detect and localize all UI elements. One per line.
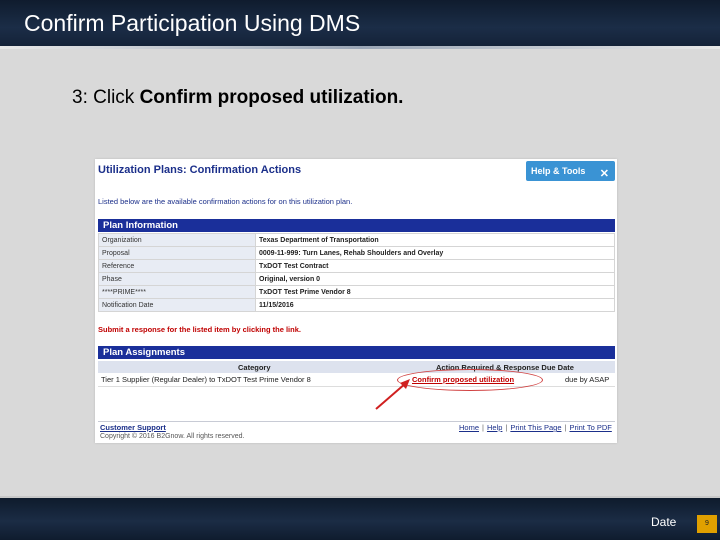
info-value: 0009-11-999: Turn Lanes, Rehab Shoulders… [255, 246, 615, 260]
submit-instruction: Submit a response for the listed item by… [98, 325, 301, 334]
info-value: Texas Department of Transportation [255, 233, 615, 247]
instruction-prefix: 3: Click [72, 87, 140, 108]
due-date-text: due by ASAP [565, 375, 610, 384]
info-value: TxDOT Test Prime Vendor 8 [255, 285, 615, 299]
print-pdf-link[interactable]: Print To PDF [569, 423, 611, 432]
info-key: ****PRIME**** [98, 285, 256, 299]
title-bar: Confirm Participation Using DMS [0, 0, 720, 46]
info-value: TxDOT Test Contract [255, 259, 615, 273]
info-value: 11/15/2016 [255, 298, 615, 312]
instruction-bold: Confirm proposed utilization. [139, 87, 404, 108]
table-row: Proposal 0009-11-999: Turn Lanes, Rehab S… [98, 246, 615, 260]
date-label: Date [651, 515, 677, 529]
assignment-category: Tier 1 Supplier (Regular Dealer) to TxDO… [101, 375, 311, 384]
plan-assignments-header: Plan Assignments [98, 346, 615, 359]
red-arrow-icon [375, 379, 410, 410]
slide-title: Confirm Participation Using DMS [24, 10, 361, 36]
listed-text: Listed below are the available confirmat… [98, 197, 353, 206]
print-page-link[interactable]: Print This Page [510, 423, 561, 432]
info-key: Reference [98, 259, 256, 273]
assignments-table-header: Category Action Required & Response Due … [98, 361, 615, 373]
help-tools-button[interactable]: Help & Tools ✕ [526, 161, 615, 181]
screenshot-heading: Utilization Plans: Confirmation Actions [98, 164, 302, 176]
info-key: Phase [98, 272, 256, 286]
info-key: Organization [98, 233, 256, 247]
help-tools-label: Help & Tools [531, 166, 586, 176]
info-key: Notification Date [98, 298, 256, 312]
plan-information-table: Organization Texas Department of Transpor… [98, 233, 615, 312]
table-row: Phase Original, version 0 [98, 272, 615, 286]
plan-information-header: Plan Information [98, 219, 615, 232]
table-row: Organization Texas Department of Transpor… [98, 233, 615, 247]
footer-bar: Date [0, 496, 720, 540]
table-row: ****PRIME**** TxDOT Test Prime Vendor 8 [98, 285, 615, 299]
page-number-badge: 9 [697, 515, 717, 533]
tools-icon: ✕ [599, 168, 609, 180]
col-category: Category [238, 363, 271, 372]
info-key: Proposal [98, 246, 256, 260]
table-row: Notification Date 11/15/2016 [98, 298, 615, 312]
customer-support-link[interactable]: Customer Support [100, 423, 166, 432]
home-link[interactable]: Home [459, 423, 479, 432]
instruction-text: 3: Click Confirm proposed utilization. [72, 87, 403, 109]
highlight-oval [397, 369, 543, 391]
dms-screenshot: Utilization Plans: Confirmation Actions … [95, 159, 617, 443]
copyright-text: Copyright © 2016 B2Gnow. All rights rese… [100, 433, 245, 440]
footer-links: Home | Help | Print This Page | Print To PDF [459, 423, 612, 432]
info-value: Original, version 0 [255, 272, 615, 286]
help-link[interactable]: Help [487, 423, 502, 432]
footer-divider [98, 421, 615, 422]
table-row: Reference TxDOT Test Contract [98, 259, 615, 273]
